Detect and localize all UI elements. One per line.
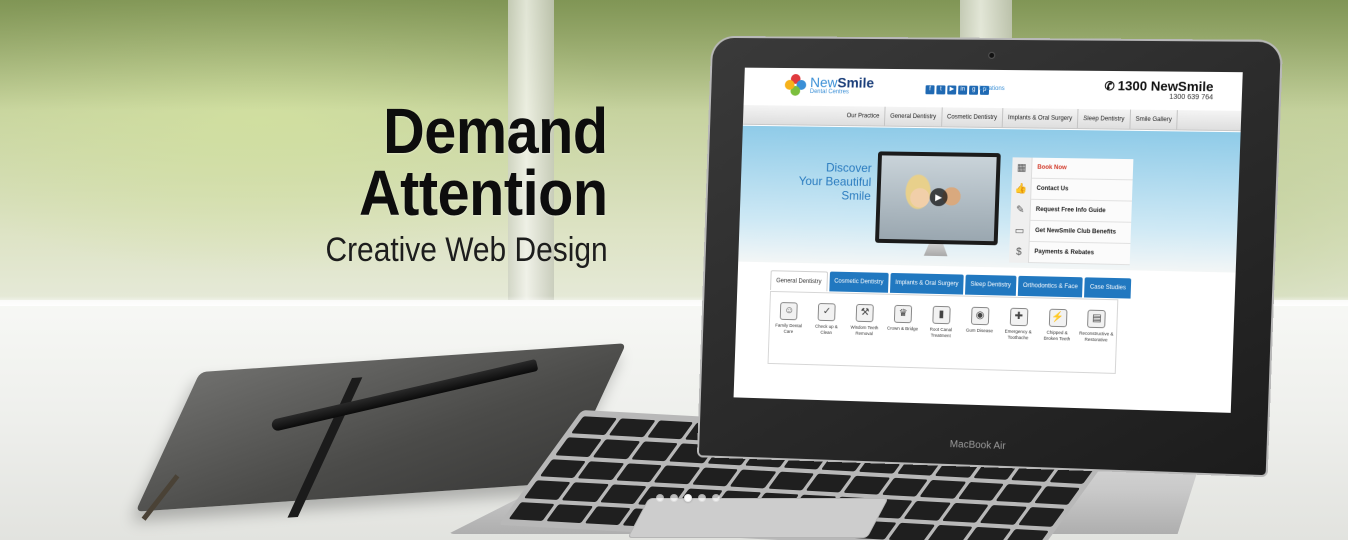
quick-link-label: Contact Us — [1036, 185, 1069, 193]
thumbs-up-icon: 👍 — [1011, 177, 1032, 200]
service-item[interactable]: ⚒ Wisdom Teeth Removal — [845, 303, 882, 366]
service-label: Wisdom Teeth Removal — [850, 324, 879, 337]
card-icon: ▭ — [1009, 219, 1031, 242]
site-header: NewSmile Dental Centres f t ▶ in g p Loc… — [743, 67, 1243, 111]
emergency-icon: ✚ — [1009, 307, 1029, 327]
nav-item[interactable]: Sleep Dentistry — [1077, 108, 1131, 129]
logo-brand-light: New — [809, 74, 838, 91]
facebook-icon[interactable]: f — [925, 85, 935, 95]
quick-links: ▦ Book Now 👍 Contact Us ✎ Request Free Info G… — [1008, 156, 1134, 266]
service-tab[interactable]: Sleep Dentistry — [965, 274, 1017, 296]
family-icon: ☺ — [780, 302, 799, 321]
service-tab[interactable]: Cosmetic Dentistry — [828, 271, 889, 293]
crown-icon: ♛ — [893, 304, 913, 324]
hero-tagline: Discover Your Beautiful Smile — [773, 160, 872, 203]
service-label: Family Dental Care — [775, 322, 803, 334]
site-logo[interactable]: NewSmile Dental Centres — [784, 73, 875, 97]
quick-link-label: Payments & Rebates — [1034, 249, 1095, 257]
smiling-couple-image: ▶ — [879, 155, 997, 242]
headline-line-2: Attention — [359, 157, 608, 229]
keyboard-key — [1017, 507, 1065, 527]
nav-item[interactable]: Implants & Oral Surgery — [1002, 108, 1079, 129]
service-label: Chipped & Broken Teeth — [1043, 329, 1071, 342]
google-plus-icon[interactable]: g — [968, 85, 979, 95]
webcam — [988, 51, 996, 59]
service-tab[interactable]: Case Studies — [1084, 277, 1132, 299]
hero-headline: Demand Attention Creative Web Design — [287, 95, 609, 270]
service-item[interactable]: ♛ Crown & Bridge — [884, 304, 922, 368]
gum-icon: ◉ — [970, 306, 990, 326]
service-grid: ☺ Family Dental Care ✓ Check up & Clean ⚒ Wis… — [767, 290, 1119, 374]
keyboard-key — [1033, 485, 1081, 506]
service-tab[interactable]: General Dentistry — [770, 270, 828, 292]
service-item[interactable]: ☺ Family Dental Care — [770, 302, 807, 364]
slider-dot[interactable] — [684, 494, 692, 502]
slider-dot[interactable] — [698, 494, 706, 502]
laptop-brand-label: MacBook Air — [949, 439, 1006, 452]
logo-brand-bold: Smile — [837, 74, 875, 91]
twitter-icon[interactable]: t — [936, 85, 946, 95]
quick-link-label: Book Now — [1037, 164, 1067, 172]
wisdom-tooth-icon: ⚒ — [855, 303, 875, 323]
quick-link-label: Request Free Info Guide — [1035, 206, 1106, 215]
service-tab[interactable]: Orthodontics & Face — [1017, 275, 1084, 298]
service-label: Root Canal Treatment — [929, 326, 953, 339]
slider-dot[interactable] — [712, 494, 720, 502]
phone-number: 1300 NewSmile — [1117, 78, 1214, 95]
slider-dot[interactable] — [670, 494, 678, 502]
play-icon[interactable]: ▶ — [929, 188, 948, 207]
locations-link[interactable]: Locations — [979, 86, 1005, 92]
root-canal-icon: ▮ — [932, 305, 951, 325]
service-item[interactable]: ▤ Reconstructive & Restorative — [1077, 309, 1116, 372]
reconstructive-icon: ▤ — [1087, 309, 1107, 329]
quick-link[interactable]: ✎ Request Free Info Guide — [1010, 198, 1132, 223]
service-label: Emergency & Toothache — [1004, 328, 1032, 341]
hero-line-3: Smile — [841, 188, 871, 203]
hero-video-monitor[interactable]: ▶ — [874, 151, 1001, 246]
service-label: Crown & Bridge — [886, 325, 919, 332]
laptop-lid: NewSmile Dental Centres f t ▶ in g p Loc… — [698, 37, 1281, 476]
broken-tooth-icon: ⚡ — [1048, 308, 1068, 328]
nav-item[interactable]: Our Practice — [841, 106, 886, 126]
service-label: Reconstructive & Restorative — [1079, 330, 1114, 343]
nav-item[interactable]: General Dentistry — [884, 106, 943, 127]
nav-item[interactable]: Cosmetic Dentistry — [941, 107, 1004, 128]
laptop-screen: NewSmile Dental Centres f t ▶ in g p Loc… — [733, 67, 1243, 413]
keyboard-key — [888, 522, 936, 540]
calendar-icon: ▦ — [1011, 156, 1033, 179]
service-tab[interactable]: Implants & Oral Surgery — [890, 272, 964, 295]
checkup-icon: ✓ — [817, 302, 837, 322]
tooth-guide-icon: ✎ — [1010, 198, 1032, 221]
nav-item[interactable]: Smile Gallery — [1130, 109, 1179, 130]
slider-dots — [656, 494, 720, 502]
youtube-icon[interactable]: ▶ — [947, 85, 957, 95]
phone-icon: ✆ — [1104, 79, 1115, 94]
service-label: Check up & Clean — [815, 323, 838, 336]
laptop-trackpad — [627, 498, 889, 538]
quick-link[interactable]: ▦ Book Now — [1011, 156, 1134, 181]
quick-link-label: Get NewSmile Club Benefits — [1034, 227, 1117, 236]
headline-subtitle: Creative Web Design — [325, 231, 608, 269]
quick-link[interactable]: $ Payments & Rebates — [1008, 241, 1131, 266]
slider-dot[interactable] — [656, 494, 664, 502]
keyboard-key — [926, 524, 974, 540]
headline-line-1: Demand — [383, 95, 608, 167]
dollar-icon: $ — [1008, 241, 1030, 263]
service-item[interactable]: ⚡ Chipped & Broken Teeth — [1038, 308, 1076, 371]
phone-block[interactable]: ✆ 1300 NewSmile 1300 639 764 — [1104, 78, 1214, 102]
service-item[interactable]: ✓ Check up & Clean — [808, 302, 845, 365]
linkedin-icon[interactable]: in — [958, 85, 968, 95]
monitor-stand — [924, 244, 948, 256]
quick-link[interactable]: 👍 Contact Us — [1011, 177, 1133, 202]
service-item[interactable]: ◉ Gum Disease — [960, 306, 998, 370]
service-item[interactable]: ▮ Root Canal Treatment — [922, 305, 960, 369]
service-label: Gum Disease — [965, 327, 994, 334]
site-hero: Discover Your Beautiful Smile ▶ ▦ Book No… — [738, 125, 1241, 273]
service-item[interactable]: ✚ Emergency & Toothache — [999, 307, 1037, 370]
flower-logo-icon — [784, 73, 807, 96]
phone-alt-number: 1300 639 764 — [1169, 93, 1214, 102]
